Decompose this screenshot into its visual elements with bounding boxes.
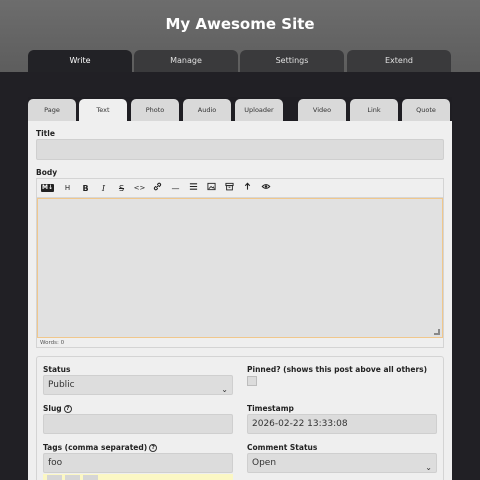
main-tabs: Write Manage Settings Extend: [28, 50, 452, 72]
comment-status-selected: Open: [252, 458, 277, 468]
tag-chip[interactable]: [65, 475, 80, 480]
editor-toolbar: M↓ H B I S <> —: [37, 179, 443, 198]
pinned-checkbox[interactable]: [247, 376, 257, 386]
markdown-icon[interactable]: M↓: [41, 184, 54, 192]
feather-tabs: Page Text Photo Audio Uploader Video Lin…: [28, 99, 452, 121]
subtab-audio[interactable]: Audio: [183, 99, 231, 121]
timestamp-label: Timestamp: [247, 404, 294, 413]
tab-write[interactable]: Write: [28, 50, 132, 72]
tab-manage[interactable]: Manage: [134, 50, 238, 72]
tab-extend[interactable]: Extend: [347, 50, 451, 72]
italic-icon[interactable]: I: [97, 182, 110, 195]
subtab-uploader[interactable]: Uploader: [235, 99, 283, 121]
status-select[interactable]: Public ⌄: [43, 375, 233, 395]
horizontal-rule-icon[interactable]: —: [169, 182, 182, 195]
body-textarea[interactable]: [37, 198, 443, 338]
comment-status-label: Comment Status: [247, 443, 318, 452]
tag-chip[interactable]: [47, 475, 62, 480]
resize-handle-icon[interactable]: [434, 329, 440, 335]
subtab-quote[interactable]: Quote: [402, 99, 450, 121]
title-label: Title: [36, 129, 55, 138]
tags-label: Tags (comma separated)?: [43, 443, 158, 452]
subtab-photo[interactable]: Photo: [131, 99, 179, 121]
markdown-editor: M↓ H B I S <> — Words: 0: [36, 178, 444, 348]
link-icon[interactable]: [151, 182, 164, 195]
preview-icon[interactable]: [259, 182, 272, 195]
subtab-link[interactable]: Link: [350, 99, 398, 121]
tab-settings[interactable]: Settings: [240, 50, 344, 72]
tags-input[interactable]: foo: [43, 453, 233, 473]
body-label: Body: [36, 168, 58, 177]
site-title: My Awesome Site: [165, 15, 315, 33]
help-icon[interactable]: ?: [63, 405, 72, 413]
timestamp-input[interactable]: 2026-02-22 13:33:08: [247, 414, 437, 434]
comment-status-select[interactable]: Open ⌄: [247, 453, 437, 473]
bold-icon[interactable]: B: [79, 182, 92, 195]
list-icon[interactable]: [187, 182, 200, 195]
code-icon[interactable]: <>: [133, 182, 146, 195]
strikethrough-icon[interactable]: S: [115, 182, 128, 195]
slug-label-text: Slug: [43, 404, 62, 413]
slug-label: Slug?: [43, 404, 72, 413]
word-count: Words: 0: [40, 340, 65, 346]
chevron-down-icon: ⌄: [425, 463, 432, 472]
image-icon[interactable]: [205, 182, 218, 195]
upload-icon[interactable]: [241, 182, 254, 195]
subtab-video[interactable]: Video: [298, 99, 346, 121]
pinned-label: Pinned? (shows this post above all other…: [247, 365, 428, 374]
status-selected: Public: [48, 380, 75, 390]
archive-icon[interactable]: [223, 182, 236, 195]
heading-icon[interactable]: H: [61, 182, 74, 195]
title-input[interactable]: [36, 139, 444, 160]
tag-chip[interactable]: [83, 475, 98, 480]
status-label: Status: [43, 365, 71, 374]
tags-label-text: Tags (comma separated): [43, 443, 148, 452]
chevron-down-icon: ⌄: [221, 385, 228, 394]
subtab-text[interactable]: Text: [79, 99, 127, 121]
help-icon[interactable]: ?: [149, 444, 158, 452]
slug-input[interactable]: [43, 414, 233, 434]
subtab-page[interactable]: Page: [28, 99, 76, 121]
